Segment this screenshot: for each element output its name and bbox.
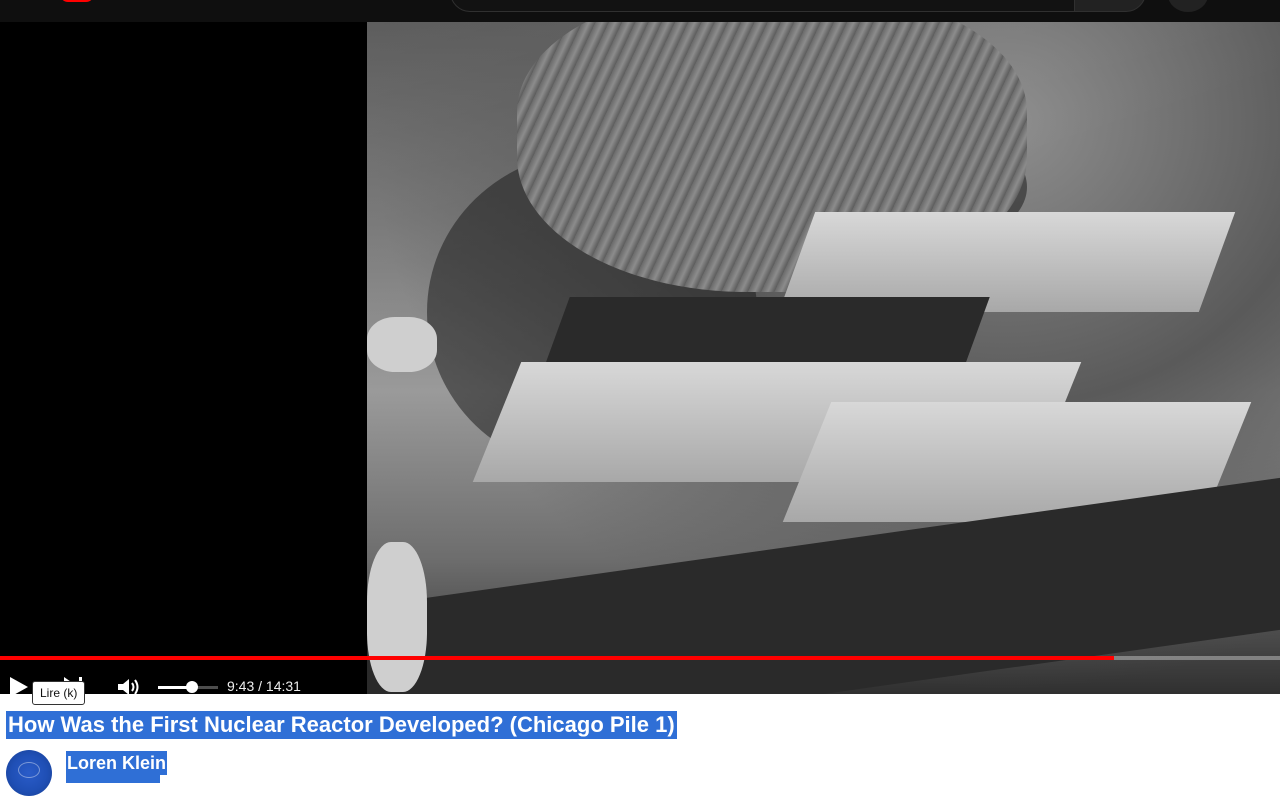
search-input[interactable] xyxy=(450,0,1076,12)
player-controls: 9:43 / 14:31 xyxy=(0,662,1280,694)
channel-name[interactable]: Loren Klein xyxy=(66,751,168,775)
search-button[interactable] xyxy=(1074,0,1146,12)
channel-row: Loren Klein xyxy=(6,746,606,796)
play-icon[interactable] xyxy=(10,677,28,694)
volume-slider-handle[interactable] xyxy=(186,681,199,693)
progress-bar[interactable] xyxy=(0,656,1280,660)
volume-icon[interactable] xyxy=(116,676,142,694)
top-bar xyxy=(0,0,1280,22)
progress-bar-fill xyxy=(0,656,1114,660)
play-tooltip: Lire (k) xyxy=(32,681,86,705)
avatar[interactable] xyxy=(6,750,52,796)
youtube-logo[interactable] xyxy=(60,0,94,2)
video-title: How Was the First Nuclear Reactor Develo… xyxy=(6,711,677,739)
scene-hand xyxy=(367,317,437,372)
volume-slider[interactable] xyxy=(158,681,218,693)
video-frame[interactable] xyxy=(367,22,1280,694)
time-display: 9:43 / 14:31 xyxy=(227,678,301,694)
video-player[interactable]: 9:43 / 14:31 xyxy=(0,22,1280,694)
scene-block-edge xyxy=(544,297,990,367)
voice-search-button[interactable] xyxy=(1168,0,1208,12)
